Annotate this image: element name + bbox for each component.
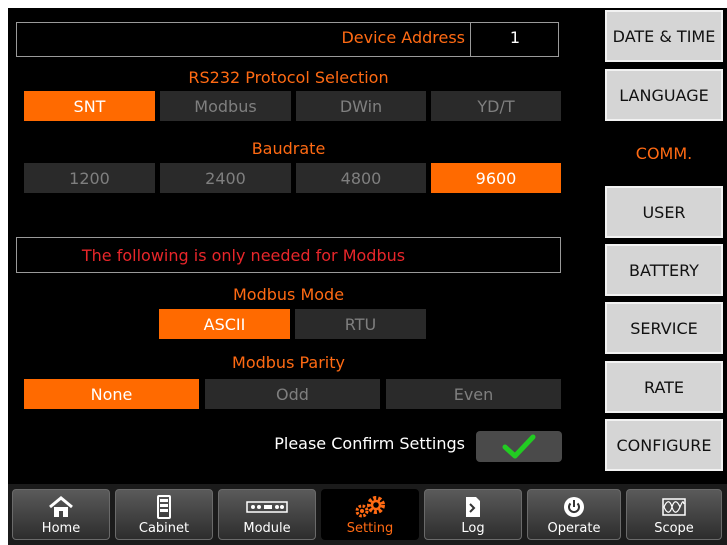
- modbus-mode-rtu[interactable]: RTU: [295, 309, 426, 339]
- nav-log-label: Log: [461, 521, 485, 536]
- confirm-settings-label: Please Confirm Settings: [274, 434, 465, 453]
- scope-icon: [662, 494, 686, 520]
- home-icon: [48, 494, 74, 520]
- modbus-note: The following is only needed for Modbus: [16, 237, 561, 273]
- log-icon: [465, 494, 481, 520]
- power-icon: [563, 494, 585, 520]
- check-icon: [502, 434, 536, 458]
- nav-home[interactable]: Home: [12, 489, 110, 540]
- nav-scope[interactable]: Scope: [626, 489, 722, 540]
- side-menu-rate[interactable]: RATE: [605, 361, 723, 413]
- modbus-mode-ascii[interactable]: ASCII: [159, 309, 290, 339]
- side-menu-user[interactable]: USER: [605, 186, 723, 238]
- nav-cabinet-label: Cabinet: [138, 521, 190, 536]
- device-address-label: Device Address: [341, 28, 465, 47]
- nav-log[interactable]: Log: [424, 489, 522, 540]
- confirm-button[interactable]: [476, 431, 562, 462]
- rs232-option-snt[interactable]: SNT: [24, 91, 155, 121]
- nav-operate-label: Operate: [547, 521, 601, 536]
- rs232-option-modbus[interactable]: Modbus: [160, 91, 291, 121]
- side-menu-service[interactable]: SERVICE: [605, 302, 723, 354]
- parity-option-even[interactable]: Even: [386, 379, 561, 409]
- device-address-field[interactable]: 1: [471, 28, 559, 47]
- nav-setting[interactable]: Setting: [321, 489, 419, 540]
- side-menu-date-time[interactable]: DATE & TIME: [605, 10, 723, 62]
- nav-setting-label: Setting: [346, 521, 394, 536]
- side-menu-language[interactable]: LANGUAGE: [605, 69, 723, 121]
- gear-icon: [353, 494, 387, 520]
- side-menu-comm[interactable]: COMM.: [605, 127, 723, 179]
- baudrate-option-4800[interactable]: 4800: [296, 163, 426, 193]
- nav-operate[interactable]: Operate: [527, 489, 621, 540]
- nav-home-label: Home: [41, 521, 81, 536]
- baudrate-option-1200[interactable]: 1200: [24, 163, 155, 193]
- cabinet-icon: [157, 494, 171, 520]
- nav-module-label: Module: [243, 521, 291, 536]
- baudrate-title: Baudrate: [251, 139, 326, 158]
- nav-module[interactable]: Module: [218, 489, 316, 540]
- parity-option-odd[interactable]: Odd: [205, 379, 380, 409]
- side-menu-battery[interactable]: BATTERY: [605, 244, 723, 296]
- module-icon: [246, 494, 288, 520]
- baudrate-option-2400[interactable]: 2400: [160, 163, 291, 193]
- modbus-parity-title: Modbus Parity: [232, 353, 345, 372]
- nav-scope-label: Scope: [654, 521, 694, 536]
- rs232-option-dwin[interactable]: DWin: [296, 91, 426, 121]
- rs232-option-ydt[interactable]: YD/T: [431, 91, 561, 121]
- modbus-mode-title: Modbus Mode: [232, 285, 345, 304]
- baudrate-option-9600[interactable]: 9600: [431, 163, 561, 193]
- nav-cabinet[interactable]: Cabinet: [115, 489, 213, 540]
- parity-option-none[interactable]: None: [24, 379, 199, 409]
- rs232-title: RS232 Protocol Selection: [188, 68, 389, 87]
- side-menu-configure[interactable]: CONFIGURE: [605, 419, 723, 471]
